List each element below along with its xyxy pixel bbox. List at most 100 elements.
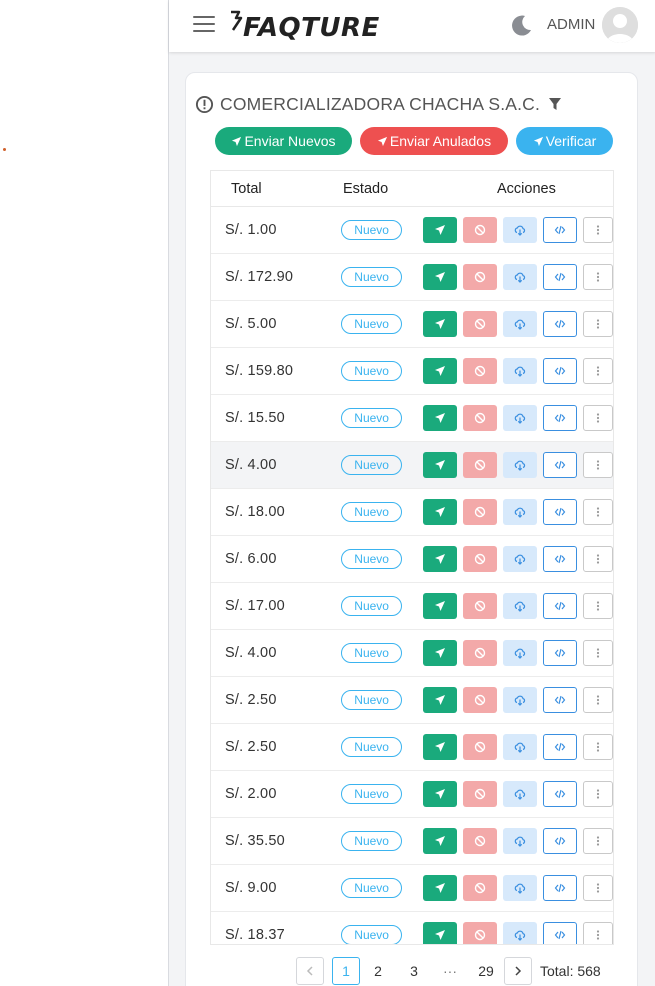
more-options-button[interactable] [583, 828, 613, 854]
download-button[interactable] [503, 311, 537, 337]
download-button[interactable] [503, 546, 537, 572]
more-options-button[interactable] [583, 734, 613, 760]
void-button[interactable] [463, 640, 497, 666]
void-button[interactable] [463, 734, 497, 760]
more-options-button[interactable] [583, 499, 613, 525]
send-button[interactable] [423, 452, 457, 478]
xml-button[interactable] [543, 405, 577, 431]
more-options-button[interactable] [583, 217, 613, 243]
xml-button[interactable] [543, 922, 577, 944]
more-options-button[interactable] [583, 546, 613, 572]
xml-button[interactable] [543, 217, 577, 243]
send-button[interactable] [423, 781, 457, 807]
more-options-button[interactable] [583, 264, 613, 290]
user-name[interactable]: ADMIN [547, 16, 595, 33]
more-options-button[interactable] [583, 640, 613, 666]
xml-button[interactable] [543, 734, 577, 760]
void-button[interactable] [463, 687, 497, 713]
more-options-button[interactable] [583, 311, 613, 337]
send-button[interactable] [423, 499, 457, 525]
download-button[interactable] [503, 593, 537, 619]
download-button[interactable] [503, 781, 537, 807]
verificar-button[interactable]: Verificar [516, 127, 613, 155]
send-button[interactable] [423, 734, 457, 760]
status-badge: Nuevo [341, 737, 402, 757]
download-button[interactable] [503, 264, 537, 290]
void-button[interactable] [463, 499, 497, 525]
user-avatar-icon[interactable] [602, 7, 638, 43]
send-button[interactable] [423, 358, 457, 384]
xml-button[interactable] [543, 593, 577, 619]
download-button[interactable] [503, 922, 537, 944]
more-options-button[interactable] [583, 452, 613, 478]
void-button[interactable] [463, 593, 497, 619]
more-options-button[interactable] [583, 593, 613, 619]
xml-button[interactable] [543, 358, 577, 384]
page-3-button[interactable]: 3 [396, 963, 432, 979]
send-icon [434, 365, 446, 377]
send-button[interactable] [423, 640, 457, 666]
xml-button[interactable] [543, 640, 577, 666]
download-button[interactable] [503, 828, 537, 854]
void-button[interactable] [463, 217, 497, 243]
xml-button[interactable] [543, 264, 577, 290]
download-button[interactable] [503, 358, 537, 384]
moon-icon[interactable] [509, 12, 535, 38]
send-button[interactable] [423, 405, 457, 431]
void-button[interactable] [463, 405, 497, 431]
prev-page-button[interactable] [296, 957, 324, 985]
send-button[interactable] [423, 687, 457, 713]
void-button[interactable] [463, 546, 497, 572]
send-button[interactable] [423, 828, 457, 854]
xml-button[interactable] [543, 499, 577, 525]
xml-button[interactable] [543, 452, 577, 478]
download-button[interactable] [503, 875, 537, 901]
void-button[interactable] [463, 922, 497, 944]
void-button[interactable] [463, 781, 497, 807]
void-button[interactable] [463, 264, 497, 290]
page-2-button[interactable]: 2 [360, 963, 396, 979]
more-options-button[interactable] [583, 875, 613, 901]
void-button[interactable] [463, 452, 497, 478]
xml-button[interactable] [543, 311, 577, 337]
enviar-anulados-button[interactable]: Enviar Anulados [360, 127, 508, 155]
hamburger-icon[interactable] [193, 16, 215, 34]
xml-button[interactable] [543, 875, 577, 901]
more-options-button[interactable] [583, 687, 613, 713]
send-button[interactable] [423, 264, 457, 290]
column-header-estado[interactable]: Estado [343, 181, 429, 197]
send-button[interactable] [423, 593, 457, 619]
send-button[interactable] [423, 875, 457, 901]
send-button[interactable] [423, 922, 457, 944]
download-button[interactable] [503, 405, 537, 431]
xml-button[interactable] [543, 828, 577, 854]
next-page-button[interactable] [504, 957, 532, 985]
void-button[interactable] [463, 358, 497, 384]
download-button[interactable] [503, 734, 537, 760]
void-button[interactable] [463, 828, 497, 854]
send-button[interactable] [423, 311, 457, 337]
send-button[interactable] [423, 217, 457, 243]
download-button[interactable] [503, 499, 537, 525]
void-button[interactable] [463, 875, 497, 901]
download-button[interactable] [503, 640, 537, 666]
more-options-button[interactable] [583, 358, 613, 384]
cloud-download-icon [514, 647, 526, 659]
page-last-button[interactable]: 29 [468, 963, 504, 979]
enviar-nuevos-button[interactable]: Enviar Nuevos [215, 127, 352, 155]
more-options-button[interactable] [583, 922, 613, 944]
send-button[interactable] [423, 546, 457, 572]
void-button[interactable] [463, 311, 497, 337]
column-header-total[interactable]: Total [211, 181, 343, 197]
page-1-button[interactable]: 1 [332, 957, 360, 985]
xml-button[interactable] [543, 781, 577, 807]
download-button[interactable] [503, 452, 537, 478]
xml-button[interactable] [543, 687, 577, 713]
pagination-ellipsis[interactable]: ··· [432, 963, 468, 979]
download-button[interactable] [503, 217, 537, 243]
xml-button[interactable] [543, 546, 577, 572]
filter-icon[interactable] [548, 97, 562, 111]
more-options-button[interactable] [583, 781, 613, 807]
more-options-button[interactable] [583, 405, 613, 431]
download-button[interactable] [503, 687, 537, 713]
